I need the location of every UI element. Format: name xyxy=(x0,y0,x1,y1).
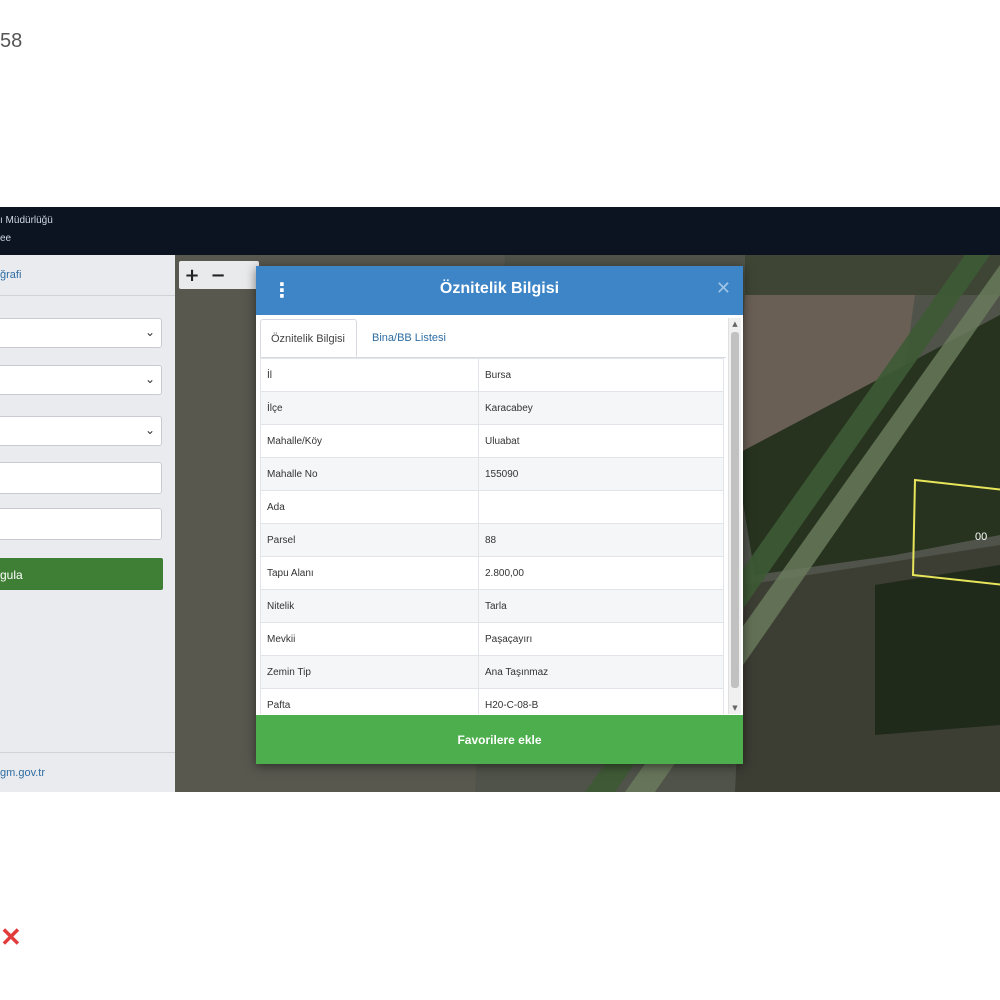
table-row: Mahalle/Köy Uluabat xyxy=(260,424,724,458)
table-row: Zemin Tip Ana Taşınmaz xyxy=(260,655,724,689)
corner-number: 58 xyxy=(0,30,23,52)
close-icon[interactable]: ✕ xyxy=(716,278,731,299)
attribute-key: Ada xyxy=(260,490,479,524)
chevron-down-icon: ⌄ xyxy=(144,325,155,339)
sidebar-footer-link[interactable]: gm.gov.tr xyxy=(0,767,45,779)
attribute-key: İlçe xyxy=(260,391,479,425)
sidebar: ğrafi ⌄ ⌄ ⌄ gula gm.gov.tr xyxy=(0,255,176,792)
attribute-key: Mahalle No xyxy=(260,457,479,491)
attribute-value: H20-C-08-B xyxy=(478,688,724,714)
attribute-value: 155090 xyxy=(478,457,724,491)
attribute-value: Bursa xyxy=(478,358,724,392)
top-bar: ı Müdürlüğü ee xyxy=(0,207,1000,255)
zoom-out-button[interactable]: − xyxy=(205,265,231,286)
chevron-down-icon: ⌄ xyxy=(144,372,155,386)
attribute-table: İl Bursa İlçe Karacabey Mahalle/Köy Uluabat… xyxy=(260,358,724,714)
parcel-input[interactable] xyxy=(0,508,162,540)
table-row: İl Bursa xyxy=(260,358,724,392)
attribute-key: Mahalle/Köy xyxy=(260,424,479,458)
attribute-key: Zemin Tip xyxy=(260,655,479,689)
tab-building-list[interactable]: Bina/BB Listesi xyxy=(362,319,456,357)
table-row: Tapu Alanı 2.800,00 xyxy=(260,556,724,590)
add-to-favorites-button[interactable]: Favorilere ekle xyxy=(256,715,743,764)
scroll-up-arrow-icon[interactable]: ▲ xyxy=(729,318,741,330)
query-button[interactable]: gula xyxy=(0,558,163,590)
attribute-key: Mevkii xyxy=(260,622,479,656)
attribute-key: İl xyxy=(260,358,479,392)
attribute-key: Nitelik xyxy=(260,589,479,623)
attribute-value: 2.800,00 xyxy=(478,556,724,590)
header-title: ı Müdürlüğü xyxy=(0,215,53,226)
attribute-table-container: İl Bursa İlçe Karacabey Mahalle/Köy Uluabat… xyxy=(260,358,724,714)
attribute-value: Uluabat xyxy=(478,424,724,458)
dialog-tabs: Öznitelik Bilgisi Bina/BB Listesi xyxy=(260,319,726,358)
district-select[interactable]: ⌄ xyxy=(0,365,162,395)
sidebar-footer-divider xyxy=(0,752,175,753)
corner-x-mark: ✕ xyxy=(0,922,22,952)
table-row: Nitelik Tarla xyxy=(260,589,724,623)
table-row: Pafta H20-C-08-B xyxy=(260,688,724,714)
scroll-down-arrow-icon[interactable]: ▼ xyxy=(729,702,741,714)
attribute-dialog: ⋮ Öznitelik Bilgisi ✕ Öznitelik Bilgisi … xyxy=(256,266,743,764)
dialog-header: ⋮ Öznitelik Bilgisi ✕ xyxy=(256,266,743,315)
map-zoom-toolbar: + − xyxy=(179,261,259,289)
parcel-label: 00 xyxy=(975,531,988,543)
sidebar-top-link[interactable]: ğrafi xyxy=(0,269,21,281)
table-row: Parsel 88 xyxy=(260,523,724,557)
attribute-key: Parsel xyxy=(260,523,479,557)
attribute-value: 88 xyxy=(478,523,724,557)
province-select[interactable]: ⌄ xyxy=(0,318,162,348)
attribute-value: Karacabey xyxy=(478,391,724,425)
zoom-in-button[interactable]: + xyxy=(179,265,205,286)
dialog-scrollbar[interactable]: ▲ ▼ xyxy=(728,318,741,714)
chevron-down-icon: ⌄ xyxy=(144,423,155,437)
block-input[interactable] xyxy=(0,462,162,494)
table-row: Mahalle No 155090 xyxy=(260,457,724,491)
attribute-value: Tarla xyxy=(478,589,724,623)
dialog-title: Öznitelik Bilgisi xyxy=(439,280,560,297)
attribute-value xyxy=(478,490,724,524)
scrollbar-thumb[interactable] xyxy=(731,332,739,688)
header-subtitle: ee xyxy=(0,233,12,244)
table-row: Ada xyxy=(260,490,724,524)
attribute-key: Pafta xyxy=(260,688,479,714)
tab-attribute-info[interactable]: Öznitelik Bilgisi xyxy=(260,319,357,357)
table-row: İlçe Karacabey xyxy=(260,391,724,425)
attribute-value: Ana Taşınmaz xyxy=(478,655,724,689)
attribute-key: Tapu Alanı xyxy=(260,556,479,590)
attribute-value: Paşaçayırı xyxy=(478,622,724,656)
sidebar-divider xyxy=(0,295,175,296)
neighborhood-select[interactable]: ⌄ xyxy=(0,416,162,446)
table-row: Mevkii Paşaçayırı xyxy=(260,622,724,656)
